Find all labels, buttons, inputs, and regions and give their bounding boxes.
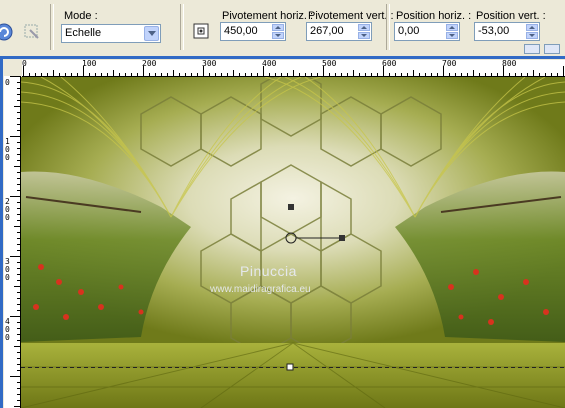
- ruler-label: 700: [442, 60, 457, 68]
- spin-down-icon[interactable]: [526, 32, 538, 39]
- ruler-label: 800: [502, 60, 517, 68]
- pos-h-value: 0,00: [398, 25, 420, 37]
- pivot-h-label: Pivotement horiz. :: [222, 10, 314, 22]
- ruler-label: 200: [142, 60, 157, 68]
- mode-select[interactable]: Echelle: [61, 24, 161, 43]
- pos-v-value: -53,00: [478, 25, 510, 37]
- ruler-label: 1 0 0: [5, 137, 10, 162]
- ruler-label: 100: [82, 60, 97, 68]
- spin-up-icon[interactable]: [358, 24, 370, 31]
- pivot-v-spinner[interactable]: [358, 24, 370, 39]
- chevron-down-icon[interactable]: [144, 26, 159, 41]
- ruler-label: 0: [5, 78, 10, 87]
- ruler-label: 2 0 0: [5, 197, 10, 222]
- spin-down-icon[interactable]: [272, 32, 284, 39]
- pivot-v-value: 267,00: [310, 25, 344, 37]
- ruler-label: 4 0 0: [5, 317, 10, 342]
- pivot-h-value: 450,00: [224, 25, 258, 37]
- spin-up-icon[interactable]: [446, 24, 458, 31]
- ruler-corner: [4, 60, 22, 76]
- separator: [386, 4, 390, 50]
- separator: [180, 4, 184, 50]
- ruler-horizontal: 0 100 200 300 400 500 600 700 800: [22, 60, 565, 77]
- mode-value: Echelle: [65, 27, 102, 39]
- spin-down-icon[interactable]: [358, 32, 370, 39]
- pivot-h-field[interactable]: 450,00: [220, 22, 286, 41]
- watermark-url: www.maidiragrafica.eu: [210, 284, 311, 295]
- pos-v-spinner[interactable]: [526, 24, 538, 39]
- pos-h-field[interactable]: 0,00: [394, 22, 460, 41]
- watermark-name: Pinuccia: [240, 263, 297, 279]
- pos-v-label: Position vert. :: [476, 10, 546, 22]
- spin-up-icon[interactable]: [272, 24, 284, 31]
- separator: [50, 4, 54, 50]
- mode-label: Mode :: [64, 10, 98, 22]
- spin-up-icon[interactable]: [526, 24, 538, 31]
- ruler-label: 300: [202, 60, 217, 68]
- extra-button[interactable]: [524, 44, 540, 54]
- pivot-h-spinner[interactable]: [272, 24, 284, 39]
- reset-icon[interactable]: [0, 22, 14, 42]
- pivot-v-label: Pivotement vert. :: [308, 10, 394, 22]
- pick-tool-options-bar: Mode : Echelle Pivotement horiz. : 450,0…: [0, 0, 565, 57]
- extra-button[interactable]: [544, 44, 560, 54]
- ruler-label: 0: [22, 60, 27, 68]
- spin-down-icon[interactable]: [446, 32, 458, 39]
- image-canvas[interactable]: Pinuccia www.maidiragrafica.eu: [21, 77, 565, 408]
- ruler-vertical: 0 1 0 0 2 0 0 3 0 0 4 0 0: [4, 76, 21, 408]
- pivot-tool-icon[interactable]: [192, 22, 212, 42]
- ruler-label: 3 0 0: [5, 257, 10, 282]
- pivot-v-field[interactable]: 267,00: [306, 22, 372, 41]
- apply-icon[interactable]: [22, 22, 42, 42]
- pos-h-label: Position horiz. :: [396, 10, 472, 22]
- pos-h-spinner[interactable]: [446, 24, 458, 39]
- ruler-label: 600: [382, 60, 397, 68]
- ruler-label: 400: [262, 60, 277, 68]
- pos-v-field[interactable]: -53,00: [474, 22, 540, 41]
- ruler-label: 500: [322, 60, 337, 68]
